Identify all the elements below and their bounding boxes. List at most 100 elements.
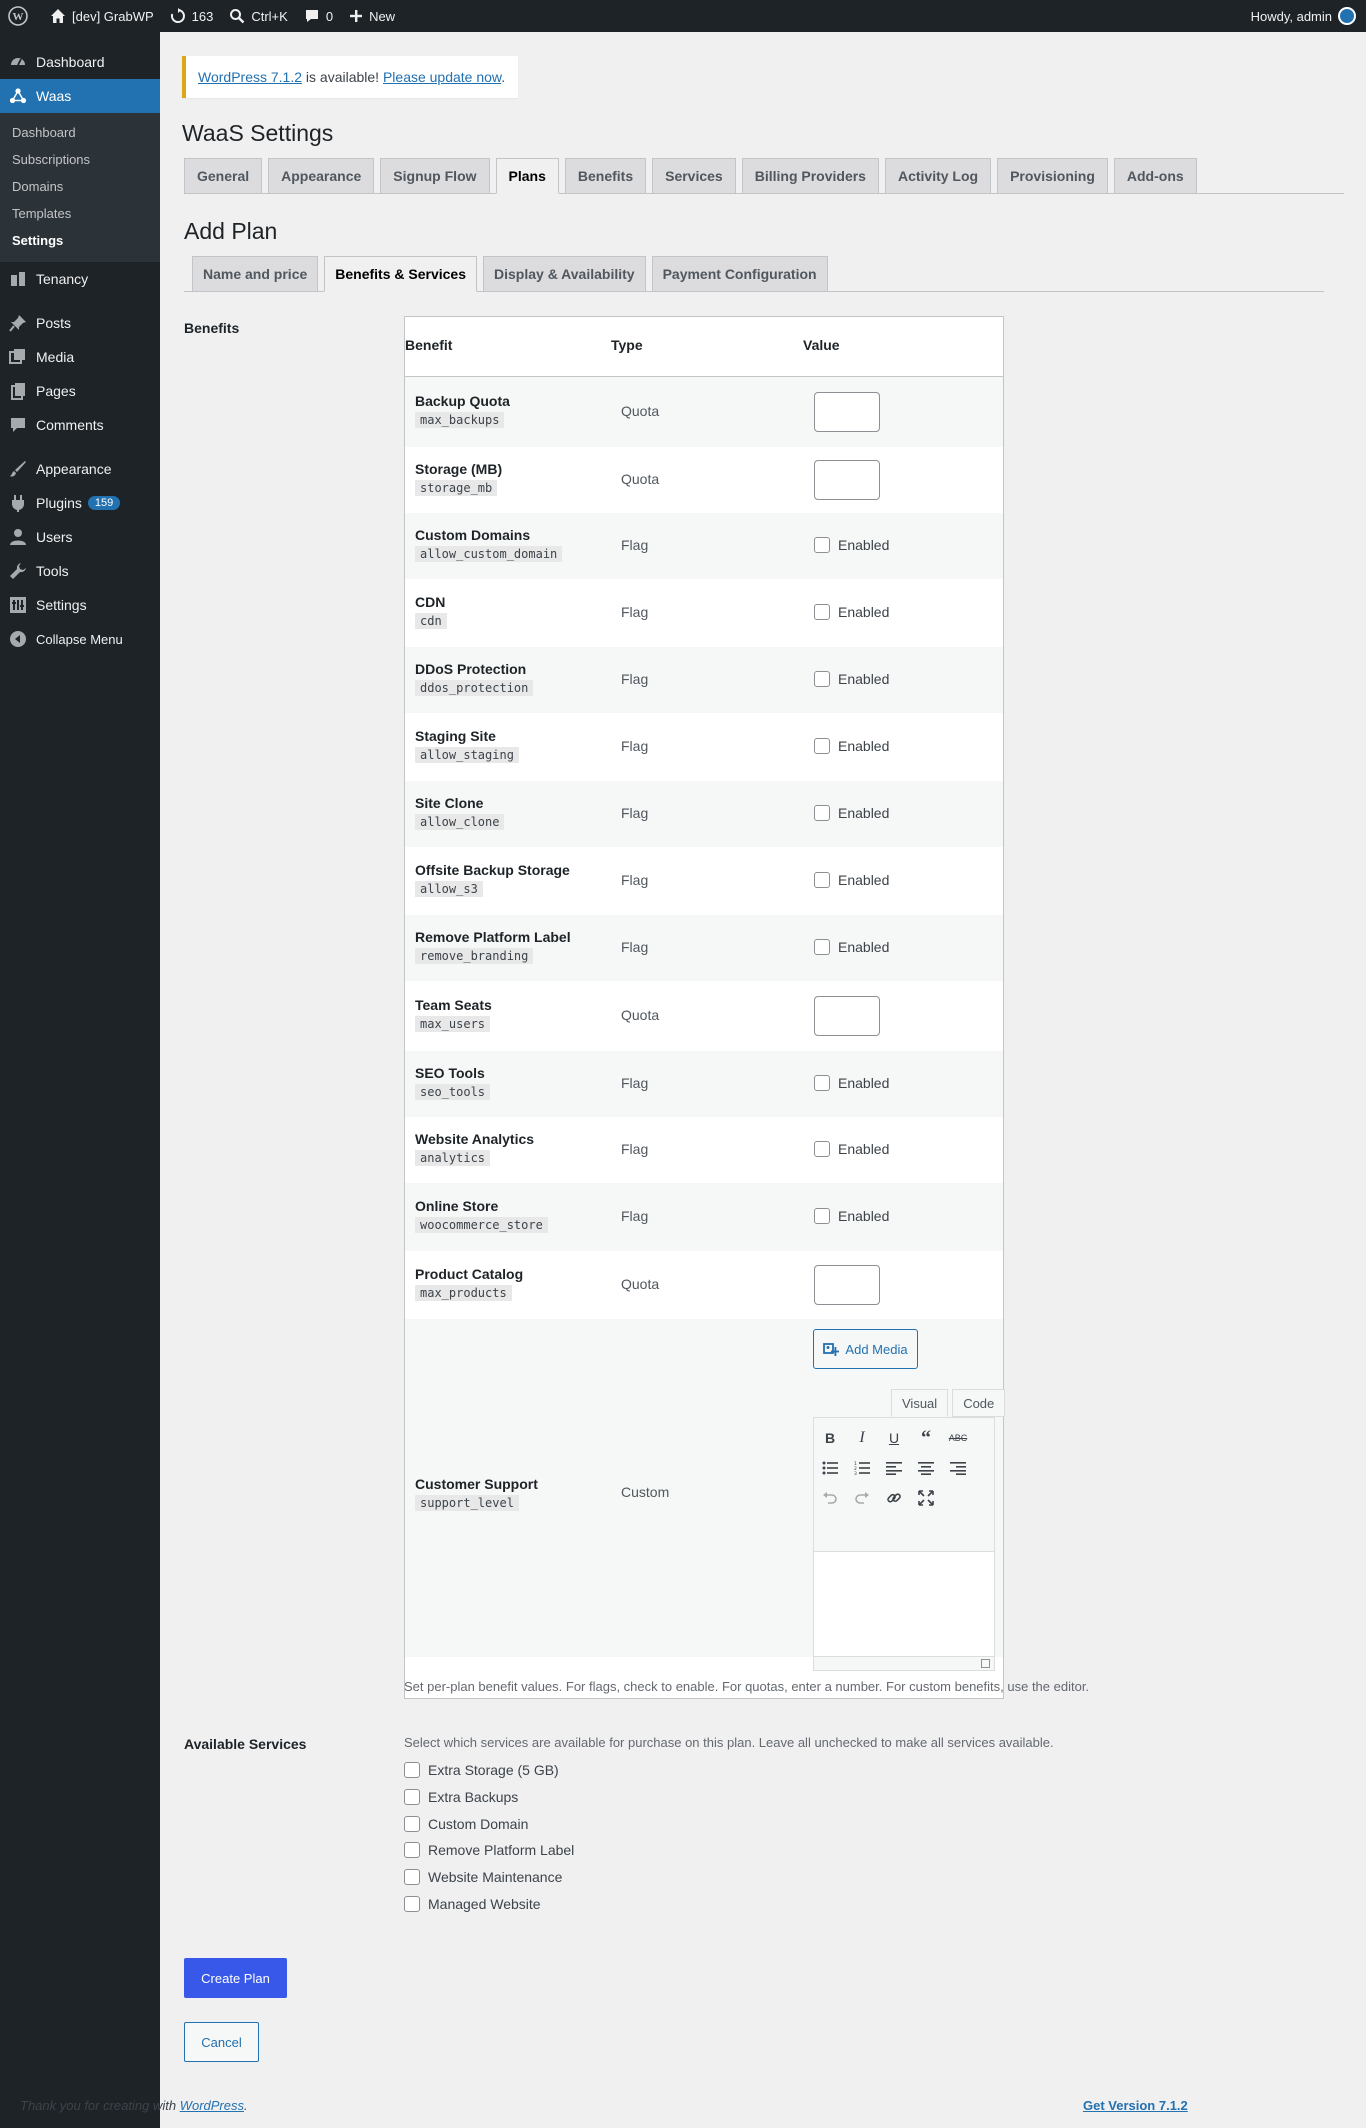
service-option[interactable]: Remove Platform Label (404, 1842, 574, 1859)
subtab-payment-configuration[interactable]: Payment Configuration (651, 256, 828, 291)
benefit-enabled-toggle[interactable]: Enabled (814, 671, 889, 687)
tab-appearance[interactable]: Appearance (268, 158, 375, 193)
update-now-link[interactable]: Please update now (383, 69, 501, 85)
sidebar-item-appearance[interactable]: Appearance (0, 452, 160, 486)
benefit-value-input[interactable] (814, 460, 880, 500)
service-option[interactable]: Managed Website (404, 1896, 541, 1912)
service-option[interactable]: Extra Storage (5 GB) (404, 1762, 559, 1778)
sidebar-item-posts[interactable]: Posts (0, 306, 160, 340)
tab-plans[interactable]: Plans (495, 158, 559, 194)
tab-activity-log[interactable]: Activity Log (884, 158, 992, 193)
checkbox[interactable] (814, 1208, 830, 1224)
checkbox[interactable] (814, 537, 830, 553)
editor-content-area[interactable] (814, 1552, 994, 1656)
checkbox[interactable] (814, 1075, 830, 1091)
numbered-list-icon[interactable]: 123 (848, 1454, 876, 1482)
sidebar-item-dashboard[interactable]: Dashboard (0, 45, 160, 79)
submenu-item-settings[interactable]: Settings (0, 227, 160, 254)
checkbox[interactable] (814, 738, 830, 754)
benefit-enabled-toggle[interactable]: Enabled (814, 604, 889, 620)
benefit-enabled-toggle[interactable]: Enabled (814, 872, 889, 888)
sidebar-item-tools[interactable]: Tools (0, 554, 160, 588)
comments-link[interactable]: 0 (296, 0, 341, 32)
benefit-value-input[interactable] (814, 1265, 880, 1305)
checkbox[interactable] (404, 1815, 420, 1832)
align-center-icon[interactable] (912, 1454, 940, 1482)
tab-signup-flow[interactable]: Signup Flow (380, 158, 490, 193)
sidebar-item-tenancy[interactable]: Tenancy (0, 262, 160, 296)
benefit-enabled-toggle[interactable]: Enabled (814, 1208, 889, 1224)
search-link[interactable]: Ctrl+K (221, 0, 295, 32)
wordpress-logo-icon[interactable]: W (0, 0, 42, 32)
benefit-enabled-toggle[interactable]: Enabled (814, 738, 889, 754)
sidebar-item-settings[interactable]: Settings (0, 588, 160, 622)
service-option[interactable]: Custom Domain (404, 1815, 528, 1832)
fullscreen-icon[interactable] (912, 1484, 940, 1512)
underline-icon[interactable]: U (880, 1424, 908, 1452)
my-account[interactable]: Howdy, admin (1251, 7, 1366, 25)
submenu-item-dashboard[interactable]: Dashboard (0, 119, 160, 146)
checkbox[interactable] (814, 604, 830, 620)
sidebar-item-waas[interactable]: Waas (0, 79, 160, 113)
editor-tab-visual[interactable]: Visual (891, 1389, 949, 1417)
tab-benefits[interactable]: Benefits (564, 158, 647, 193)
service-option[interactable]: Website Maintenance (404, 1869, 562, 1886)
create-plan-button[interactable]: Create Plan (184, 1958, 287, 1998)
tab-billing-providers[interactable]: Billing Providers (741, 158, 879, 193)
checkbox[interactable] (404, 1762, 420, 1778)
subtab-benefits-services[interactable]: Benefits & Services (324, 256, 477, 292)
add-media-button[interactable]: Add Media (813, 1329, 918, 1369)
wordpress-version-link[interactable]: WordPress 7.1.2 (198, 69, 302, 85)
new-content-link[interactable]: New (341, 0, 403, 32)
checkbox[interactable] (404, 1788, 420, 1805)
sidebar-item-users[interactable]: Users (0, 520, 160, 554)
strikethrough-icon[interactable]: ABC (944, 1424, 972, 1452)
blockquote-icon[interactable]: “ (912, 1424, 940, 1452)
benefit-enabled-toggle[interactable]: Enabled (814, 805, 889, 821)
editor-tab-code[interactable]: Code (952, 1389, 1006, 1417)
checkbox[interactable] (814, 872, 830, 888)
updates-link[interactable]: 163 (162, 0, 222, 32)
align-left-icon[interactable] (880, 1454, 908, 1482)
bold-icon[interactable]: B (816, 1424, 844, 1452)
checkbox[interactable] (814, 805, 830, 821)
resize-handle[interactable] (981, 1659, 990, 1668)
sidebar-item-media[interactable]: Media (0, 340, 160, 374)
tab-add-ons[interactable]: Add-ons (1113, 158, 1197, 193)
submenu-item-subscriptions[interactable]: Subscriptions (0, 146, 160, 173)
link-icon[interactable] (880, 1484, 908, 1512)
benefit-value-input[interactable] (814, 996, 880, 1036)
cancel-button[interactable]: Cancel (184, 2022, 259, 2062)
tab-general[interactable]: General (184, 158, 263, 193)
italic-icon[interactable]: I (848, 1424, 876, 1452)
sidebar-item-plugins[interactable]: Plugins 159 (0, 486, 160, 520)
checkbox[interactable] (404, 1842, 420, 1859)
checkbox[interactable] (814, 939, 830, 955)
benefit-enabled-toggle[interactable]: Enabled (814, 537, 889, 553)
sidebar-item-comments[interactable]: Comments (0, 408, 160, 442)
align-right-icon[interactable] (944, 1454, 972, 1482)
bulleted-list-icon[interactable] (816, 1454, 844, 1482)
service-option[interactable]: Extra Backups (404, 1788, 518, 1805)
wordpress-link[interactable]: WordPress (180, 2098, 244, 2113)
benefit-value-input[interactable] (814, 392, 880, 432)
checkbox[interactable] (404, 1869, 420, 1886)
submenu-item-templates[interactable]: Templates (0, 200, 160, 227)
benefit-enabled-toggle[interactable]: Enabled (814, 1141, 889, 1157)
sidebar-item-pages[interactable]: Pages (0, 374, 160, 408)
redo-icon[interactable] (848, 1484, 876, 1512)
benefit-enabled-toggle[interactable]: Enabled (814, 939, 889, 955)
tab-services[interactable]: Services (652, 158, 736, 193)
subtab-name-and-price[interactable]: Name and price (192, 256, 319, 291)
checkbox[interactable] (814, 671, 830, 687)
checkbox[interactable] (404, 1896, 420, 1912)
tab-provisioning[interactable]: Provisioning (997, 158, 1108, 193)
site-name-link[interactable]: [dev] GrabWP (42, 0, 162, 32)
get-version-link[interactable]: Get Version 7.1.2 (1083, 2098, 1188, 2113)
subtab-display-availability[interactable]: Display & Availability (483, 256, 646, 291)
collapse-menu-button[interactable]: Collapse Menu (0, 622, 160, 656)
benefit-enabled-toggle[interactable]: Enabled (814, 1075, 889, 1091)
checkbox[interactable] (814, 1141, 830, 1157)
submenu-item-domains[interactable]: Domains (0, 173, 160, 200)
undo-icon[interactable] (816, 1484, 844, 1512)
